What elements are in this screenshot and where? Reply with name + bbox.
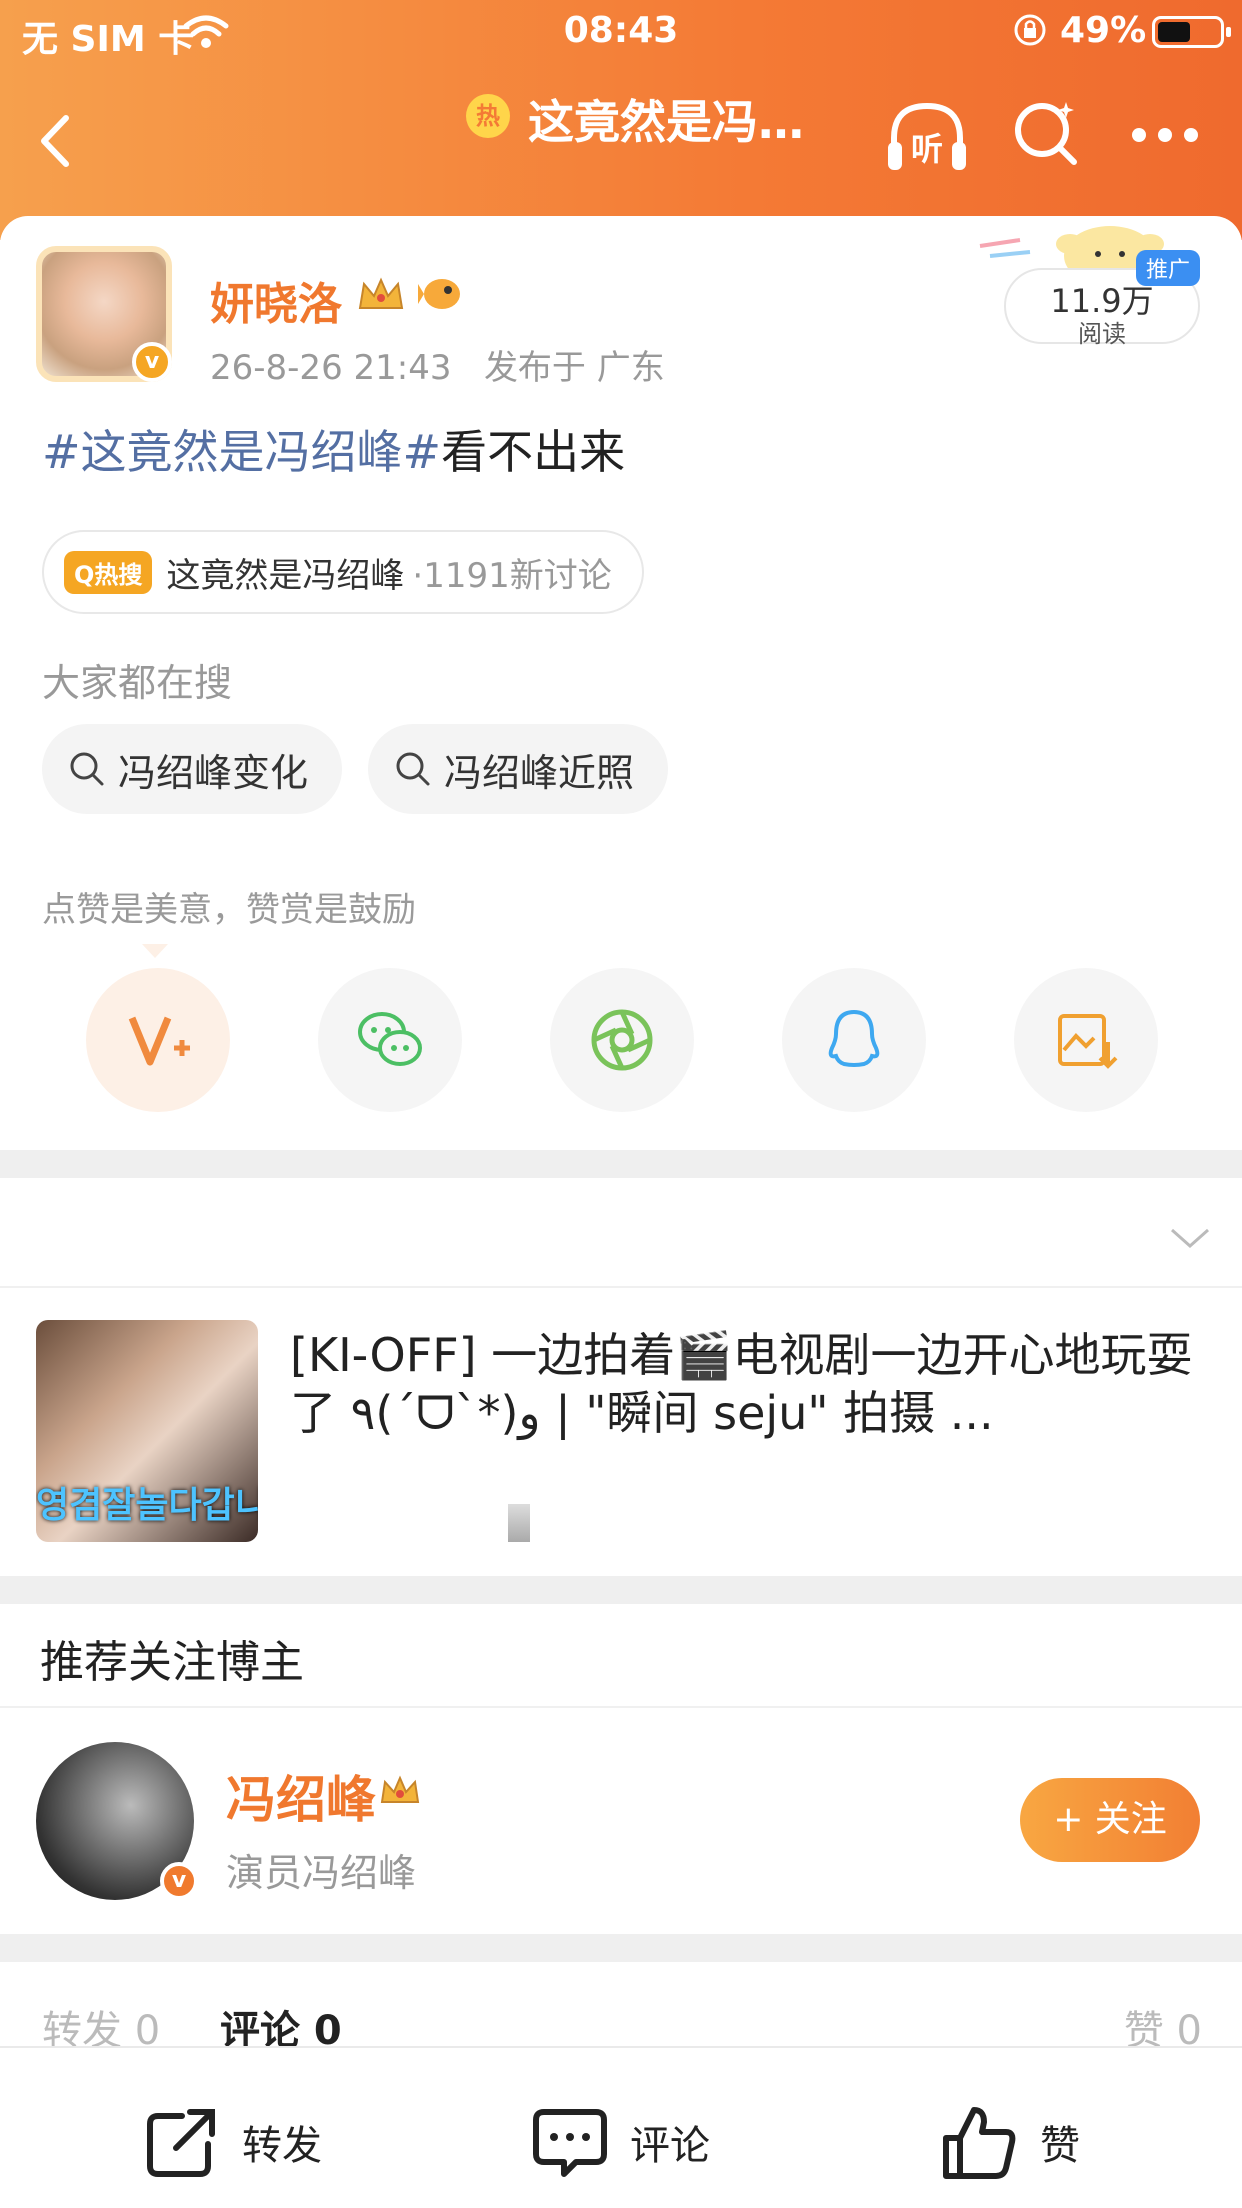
search-icon[interactable] <box>1012 98 1080 166</box>
save-image-icon <box>1058 1014 1118 1069</box>
search-chip-label: 冯绍峰近照 <box>444 750 635 795</box>
recommend-name[interactable]: 冯绍峰 <box>226 1760 376 1832</box>
fish-badge-icon <box>418 279 460 309</box>
moments-icon <box>591 1009 653 1071</box>
hot-search-count: ·1191新讨论 <box>412 555 612 596</box>
comment-label: 评论 <box>630 2123 710 2169</box>
share-row <box>86 968 1166 1114</box>
like-button[interactable]: 赞 <box>940 2102 1080 2182</box>
trending-search-heading: 大家都在搜 <box>42 661 233 705</box>
verified-badge-icon: v <box>160 1862 198 1900</box>
battery-fill <box>1158 22 1191 42</box>
more-icon[interactable] <box>1130 126 1200 144</box>
divider-line <box>0 1286 1242 1288</box>
video-loading-indicator <box>508 1504 530 1542</box>
search-chip[interactable]: 冯绍峰变化 <box>42 724 343 814</box>
search-chip[interactable]: 冯绍峰近照 <box>368 724 669 814</box>
recommend-desc: 演员冯绍峰 <box>226 1851 417 1895</box>
section-divider <box>0 1576 1242 1604</box>
nav-bar: 热 这竟然是冯… 听 <box>0 70 1242 210</box>
reward-hint: 点赞是美意，赞赏是鼓励 <box>42 890 416 930</box>
back-arrow-icon[interactable] <box>30 106 80 176</box>
top-header: 无 SIM 卡 08:43 49% 热 这竟然是冯… 听 <box>0 0 1242 240</box>
views-label: 阅读 <box>1078 320 1126 348</box>
battery-icon <box>1152 16 1231 48</box>
battery-percent: 49% <box>1060 10 1147 51</box>
post-body: 看不出来 <box>441 425 626 479</box>
search-icon <box>70 752 104 786</box>
recommend-heading: 推荐关注博主 <box>40 1637 304 1688</box>
clock: 08:43 <box>563 10 679 51</box>
listen-label: 听 <box>911 130 943 168</box>
comment-button[interactable]: 评论 <box>530 2102 710 2182</box>
section-divider <box>0 1150 1242 1178</box>
repost-icon <box>147 2109 215 2177</box>
like-label: 赞 <box>1040 2123 1080 2169</box>
crown-icon <box>358 277 404 309</box>
search-icon <box>396 752 430 786</box>
promo-tag: 推广 <box>1135 250 1200 286</box>
post-text: #这竟然是冯绍峰#看不出来 <box>42 416 625 482</box>
section-divider <box>0 1934 1242 1962</box>
recommend-avatar[interactable]: v <box>36 1742 198 1900</box>
share-qq-button[interactable] <box>782 968 926 1112</box>
post-card: v 妍晓洛 26-8-26 21:43 发布于 广东 11.9万 阅读 推广 #… <box>0 216 1242 2148</box>
v-plus-icon <box>128 1016 190 1066</box>
rotation-lock-icon <box>1014 14 1046 46</box>
qq-icon <box>828 1009 880 1067</box>
listen-headphone-icon[interactable]: 听 <box>884 98 970 178</box>
divider-line <box>0 1706 1242 1708</box>
hot-topic-badge: 热 <box>466 94 510 138</box>
verified-badge-icon: v <box>132 342 172 382</box>
hot-search-label: 这竟然是冯绍峰 <box>166 555 405 596</box>
status-bar: 无 SIM 卡 08:43 49% <box>0 0 1242 62</box>
views-pill: 11.9万 阅读 推广 <box>1004 250 1200 348</box>
crown-icon <box>380 1775 420 1803</box>
pointer-triangle-icon <box>142 944 168 958</box>
follow-button[interactable]: + 关注 <box>1020 1778 1200 1862</box>
share-wechat-button[interactable] <box>318 968 462 1112</box>
thumbs-up-icon <box>943 2107 1016 2179</box>
video-thumb-caption: 영겸잘놀다갑니 <box>36 1485 258 1526</box>
video-thumbnail[interactable]: 영겸잘놀다갑니 <box>36 1320 258 1542</box>
repost-button[interactable]: 转发 <box>142 2102 322 2182</box>
wechat-icon <box>358 1012 422 1066</box>
page-title: 这竟然是冯… <box>528 95 804 149</box>
chevron-down-icon[interactable] <box>1168 1224 1212 1252</box>
bottom-action-bar: 转发 评论 赞 <box>0 2046 1242 2208</box>
reward-v-plus-button[interactable] <box>86 968 230 1112</box>
post-meta: 26-8-26 21:43 发布于 广东 <box>210 340 665 389</box>
hot-search-badge: Q热搜 <box>64 550 153 594</box>
share-moments-button[interactable] <box>550 968 694 1112</box>
author-avatar[interactable]: v <box>36 246 172 382</box>
post-location: 发布于 广东 <box>483 348 665 388</box>
video-title[interactable]: [KI-OFF] 一边拍着🎬电视剧一边开心地玩耍了 ٩(ˊᗜˋ*)و | "瞬间… <box>290 1326 1210 1442</box>
search-chip-label: 冯绍峰变化 <box>118 750 309 795</box>
save-image-button[interactable] <box>1014 968 1158 1112</box>
search-chips: 冯绍峰变化 冯绍峰近照 <box>42 724 669 814</box>
hot-search-pill[interactable]: Q热搜 这竟然是冯绍峰 ·1191新讨论 <box>42 530 644 614</box>
topic-link[interactable]: #这竟然是冯绍峰# <box>42 425 441 479</box>
comment-icon <box>533 2109 607 2177</box>
repost-label: 转发 <box>242 2123 322 2169</box>
author-name[interactable]: 妍晓洛 <box>210 268 342 332</box>
post-date: 26-8-26 21:43 <box>210 348 452 388</box>
